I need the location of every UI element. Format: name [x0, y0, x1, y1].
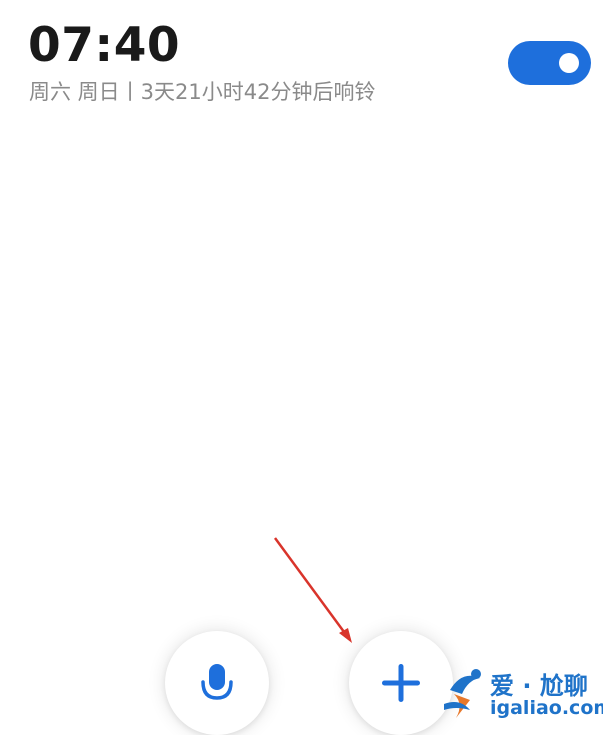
voice-add-alarm-button[interactable]	[165, 631, 269, 735]
watermark-logo-icon	[444, 669, 481, 718]
add-alarm-button[interactable]	[349, 631, 453, 735]
microphone-icon	[201, 664, 233, 700]
watermark-url: igaliao.com	[490, 697, 603, 719]
watermark-text: 爱 · 尬聊	[490, 672, 588, 700]
watermark: 爱 · 尬聊 igaliao.com	[440, 662, 603, 728]
annotation-arrow-icon	[273, 537, 352, 643]
plus-icon	[382, 664, 420, 702]
